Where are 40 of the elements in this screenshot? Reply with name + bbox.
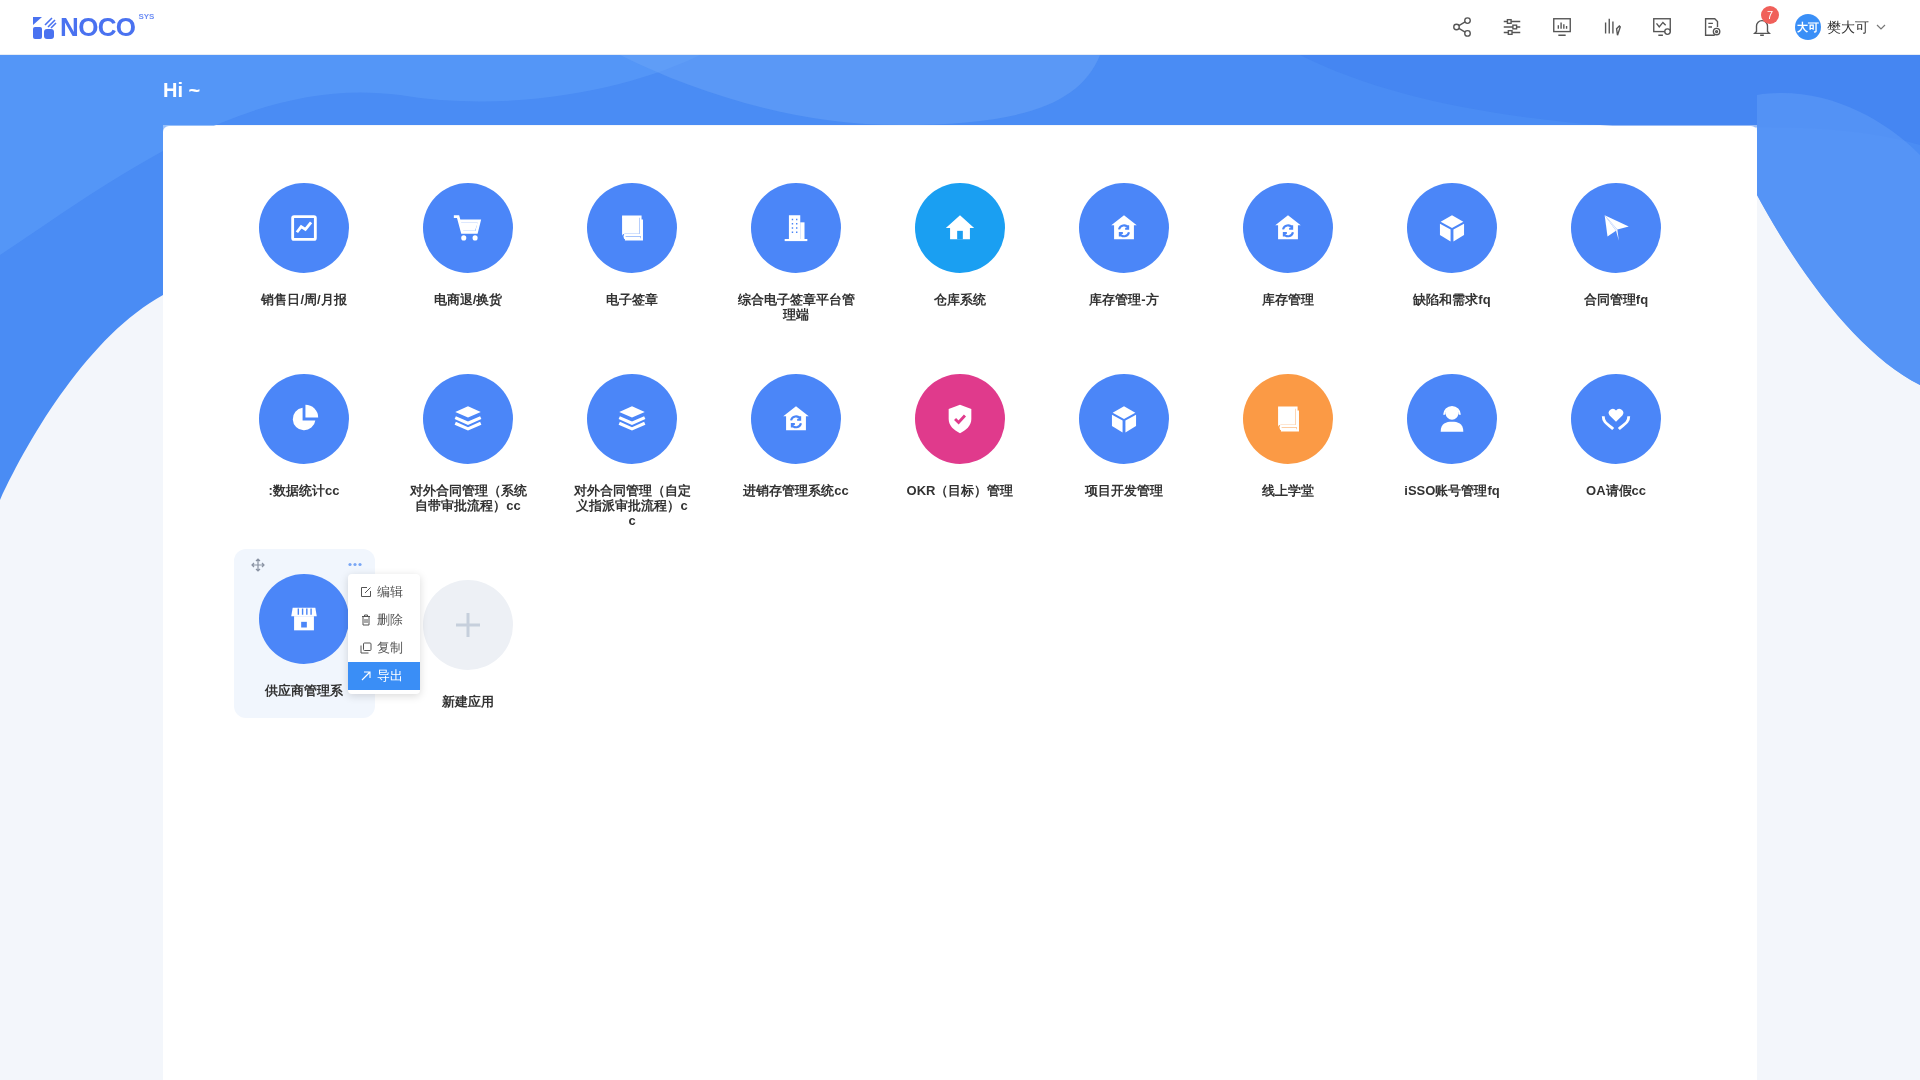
app-label: OA请假cc — [1585, 483, 1647, 498]
plus-icon — [454, 611, 482, 639]
app-label: 电子签章 — [605, 292, 659, 307]
app-label: 合同管理fq — [1582, 292, 1650, 307]
menu-item[interactable]: 编辑 — [347, 578, 420, 606]
menu-item[interactable]: 删除 — [347, 606, 420, 634]
app-label: 新建应用 — [441, 694, 495, 709]
app-label: 对外合同管理（系统自带审批流程）cc — [409, 483, 527, 513]
app-label: iSSO账号管理fq — [1403, 483, 1501, 498]
monitor-chart-icon[interactable] — [1551, 16, 1573, 38]
app-label: 项目开发管理 — [1083, 483, 1164, 498]
app-label: 库存管理-方 — [1088, 292, 1160, 307]
trash-icon — [359, 614, 372, 626]
move-icon[interactable] — [250, 558, 265, 572]
app-label: 库存管理 — [1261, 292, 1315, 307]
app-label: :数据统计cc — [267, 483, 341, 498]
monitor-gear-icon[interactable] — [1651, 16, 1673, 38]
export-arrow-icon — [359, 670, 372, 682]
more-icon[interactable] — [347, 562, 362, 567]
app-label: 对外合同管理（自定义指派审批流程）cc — [573, 483, 691, 528]
edit-icon — [359, 586, 372, 598]
user-name[interactable]: 樊大可 — [1827, 16, 1869, 38]
greeting-text: Hi ~ — [163, 78, 202, 103]
logo-icon — [33, 17, 57, 39]
notification-count: 7 — [1761, 6, 1779, 24]
app-label: 仓库系统 — [933, 292, 987, 307]
logo-text: NOCO — [60, 15, 136, 39]
logo-superscript: SYS — [138, 11, 155, 23]
menu-item[interactable]: 复制 — [347, 634, 420, 662]
settings-icon[interactable] — [1501, 16, 1523, 38]
app-label: 销售日/周/月报 — [259, 292, 348, 307]
copy-icon — [359, 642, 372, 654]
share-icon[interactable] — [1451, 16, 1473, 38]
app-label: OKR（目标）管理 — [905, 483, 1015, 498]
app-label: 线上学堂 — [1261, 483, 1315, 498]
app-label: 供应商管理系 — [263, 683, 344, 698]
app-label: 电商退/换货 — [432, 292, 504, 307]
app-label: 缺陷和需求fq — [1412, 292, 1492, 307]
app-label: 进销存管理系统cc — [742, 483, 850, 498]
app-label: 综合电子签章平台管理端 — [737, 292, 855, 322]
